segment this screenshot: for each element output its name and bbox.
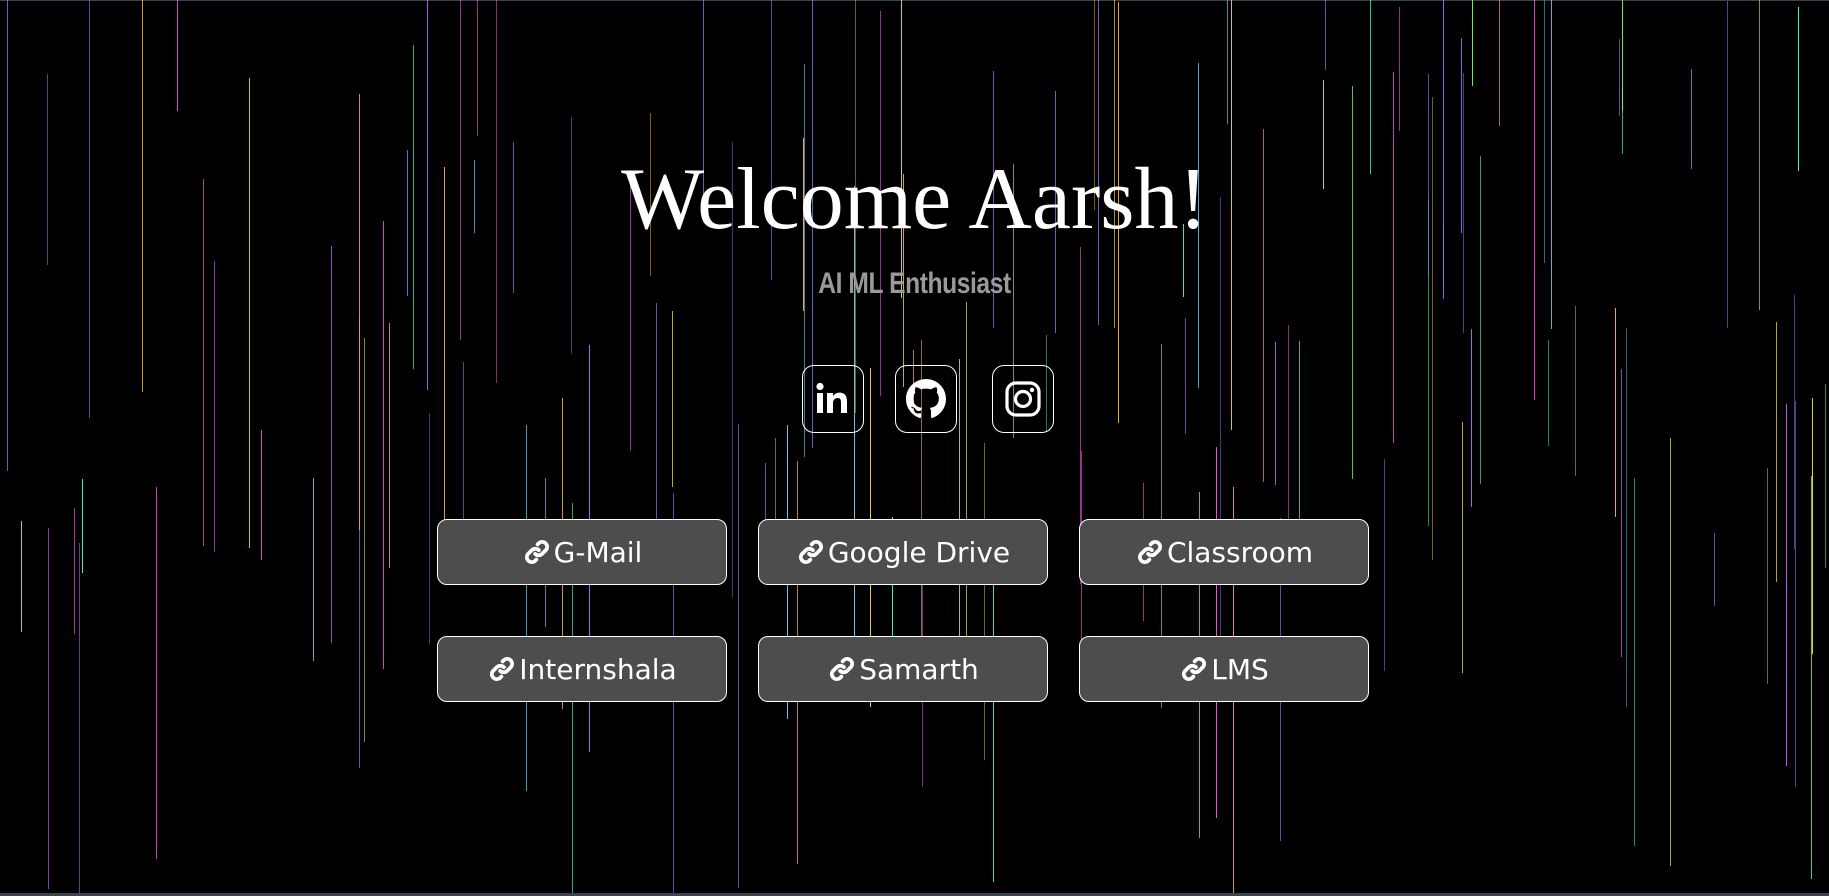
github-button[interactable] <box>895 365 957 433</box>
link-icon <box>796 537 826 567</box>
rain-streak <box>82 479 83 573</box>
instagram-icon <box>1004 380 1042 418</box>
instagram-button[interactable] <box>992 365 1054 433</box>
gmail-link-button[interactable]: G-Mail <box>437 519 727 585</box>
rain-streak <box>1670 438 1671 866</box>
link-label: G-Mail <box>553 535 643 569</box>
rain-streak <box>1622 0 1623 111</box>
rain-streak <box>1767 468 1768 684</box>
rain-streak <box>1619 39 1620 116</box>
link-icon <box>522 537 552 567</box>
rain-streak <box>79 543 80 893</box>
rain-streak <box>1227 0 1228 124</box>
rain-streak <box>1399 7 1400 131</box>
rain-streak <box>1216 447 1217 818</box>
rain-streak <box>1786 404 1787 766</box>
rain-streak <box>1472 0 1473 86</box>
rain-streak <box>429 413 430 644</box>
internshala-link-button[interactable]: Internshala <box>437 636 727 702</box>
rain-streak <box>1795 401 1796 787</box>
rain-streak <box>389 323 390 568</box>
link-icon <box>827 654 857 684</box>
link-icon <box>1135 537 1165 567</box>
rain-streak <box>1499 0 1500 126</box>
github-icon <box>906 379 946 419</box>
rain-streak <box>1384 459 1385 671</box>
lms-link-button[interactable]: LMS <box>1079 636 1369 702</box>
google-drive-link-button[interactable]: Google Drive <box>758 519 1048 585</box>
linkedin-icon <box>813 379 853 419</box>
link-icon <box>487 654 517 684</box>
linkedin-button[interactable] <box>802 365 864 433</box>
rain-streak <box>984 443 985 760</box>
link-label: Internshala <box>519 652 677 686</box>
rain-streak <box>526 425 527 791</box>
page-subtitle: AI ML Enthusiast <box>818 267 1011 300</box>
rain-animation-background <box>0 0 1829 896</box>
link-label: Google Drive <box>827 535 1011 569</box>
link-label: LMS <box>1211 652 1269 686</box>
rain-streak <box>177 0 178 111</box>
rain-streak <box>1370 0 1371 174</box>
social-links <box>0 365 1829 435</box>
rain-streak <box>21 521 22 632</box>
rain-streak <box>261 430 262 560</box>
rain-streak <box>1812 398 1813 654</box>
rain-streak <box>249 78 250 548</box>
rain-streak <box>1776 322 1777 582</box>
page-title: Welcome Aarsh! <box>621 151 1208 248</box>
rain-streak <box>966 302 967 649</box>
rain-streak <box>156 487 157 859</box>
rain-streak <box>313 478 314 661</box>
rain-streak <box>1798 7 1799 171</box>
rain-streak <box>1811 476 1812 879</box>
samarth-link-button[interactable]: Samarth <box>758 636 1048 702</box>
rain-streak <box>74 508 75 634</box>
rain-streak <box>738 424 739 888</box>
link-label: Classroom <box>1166 535 1314 569</box>
rain-streak <box>1714 533 1715 606</box>
rain-streak <box>901 0 902 298</box>
link-icon <box>1179 654 1209 684</box>
rain-streak <box>1634 478 1635 846</box>
link-label: Samarth <box>859 652 979 686</box>
classroom-link-button[interactable]: Classroom <box>1079 519 1369 585</box>
rain-streak <box>1462 422 1463 673</box>
rain-streak <box>331 246 332 643</box>
rain-streak <box>477 0 478 136</box>
page-background: Welcome Aarsh! AI ML Enthusiast G-Mail G… <box>0 0 1829 896</box>
rain-streak <box>48 528 49 889</box>
rain-streak <box>1325 0 1326 70</box>
